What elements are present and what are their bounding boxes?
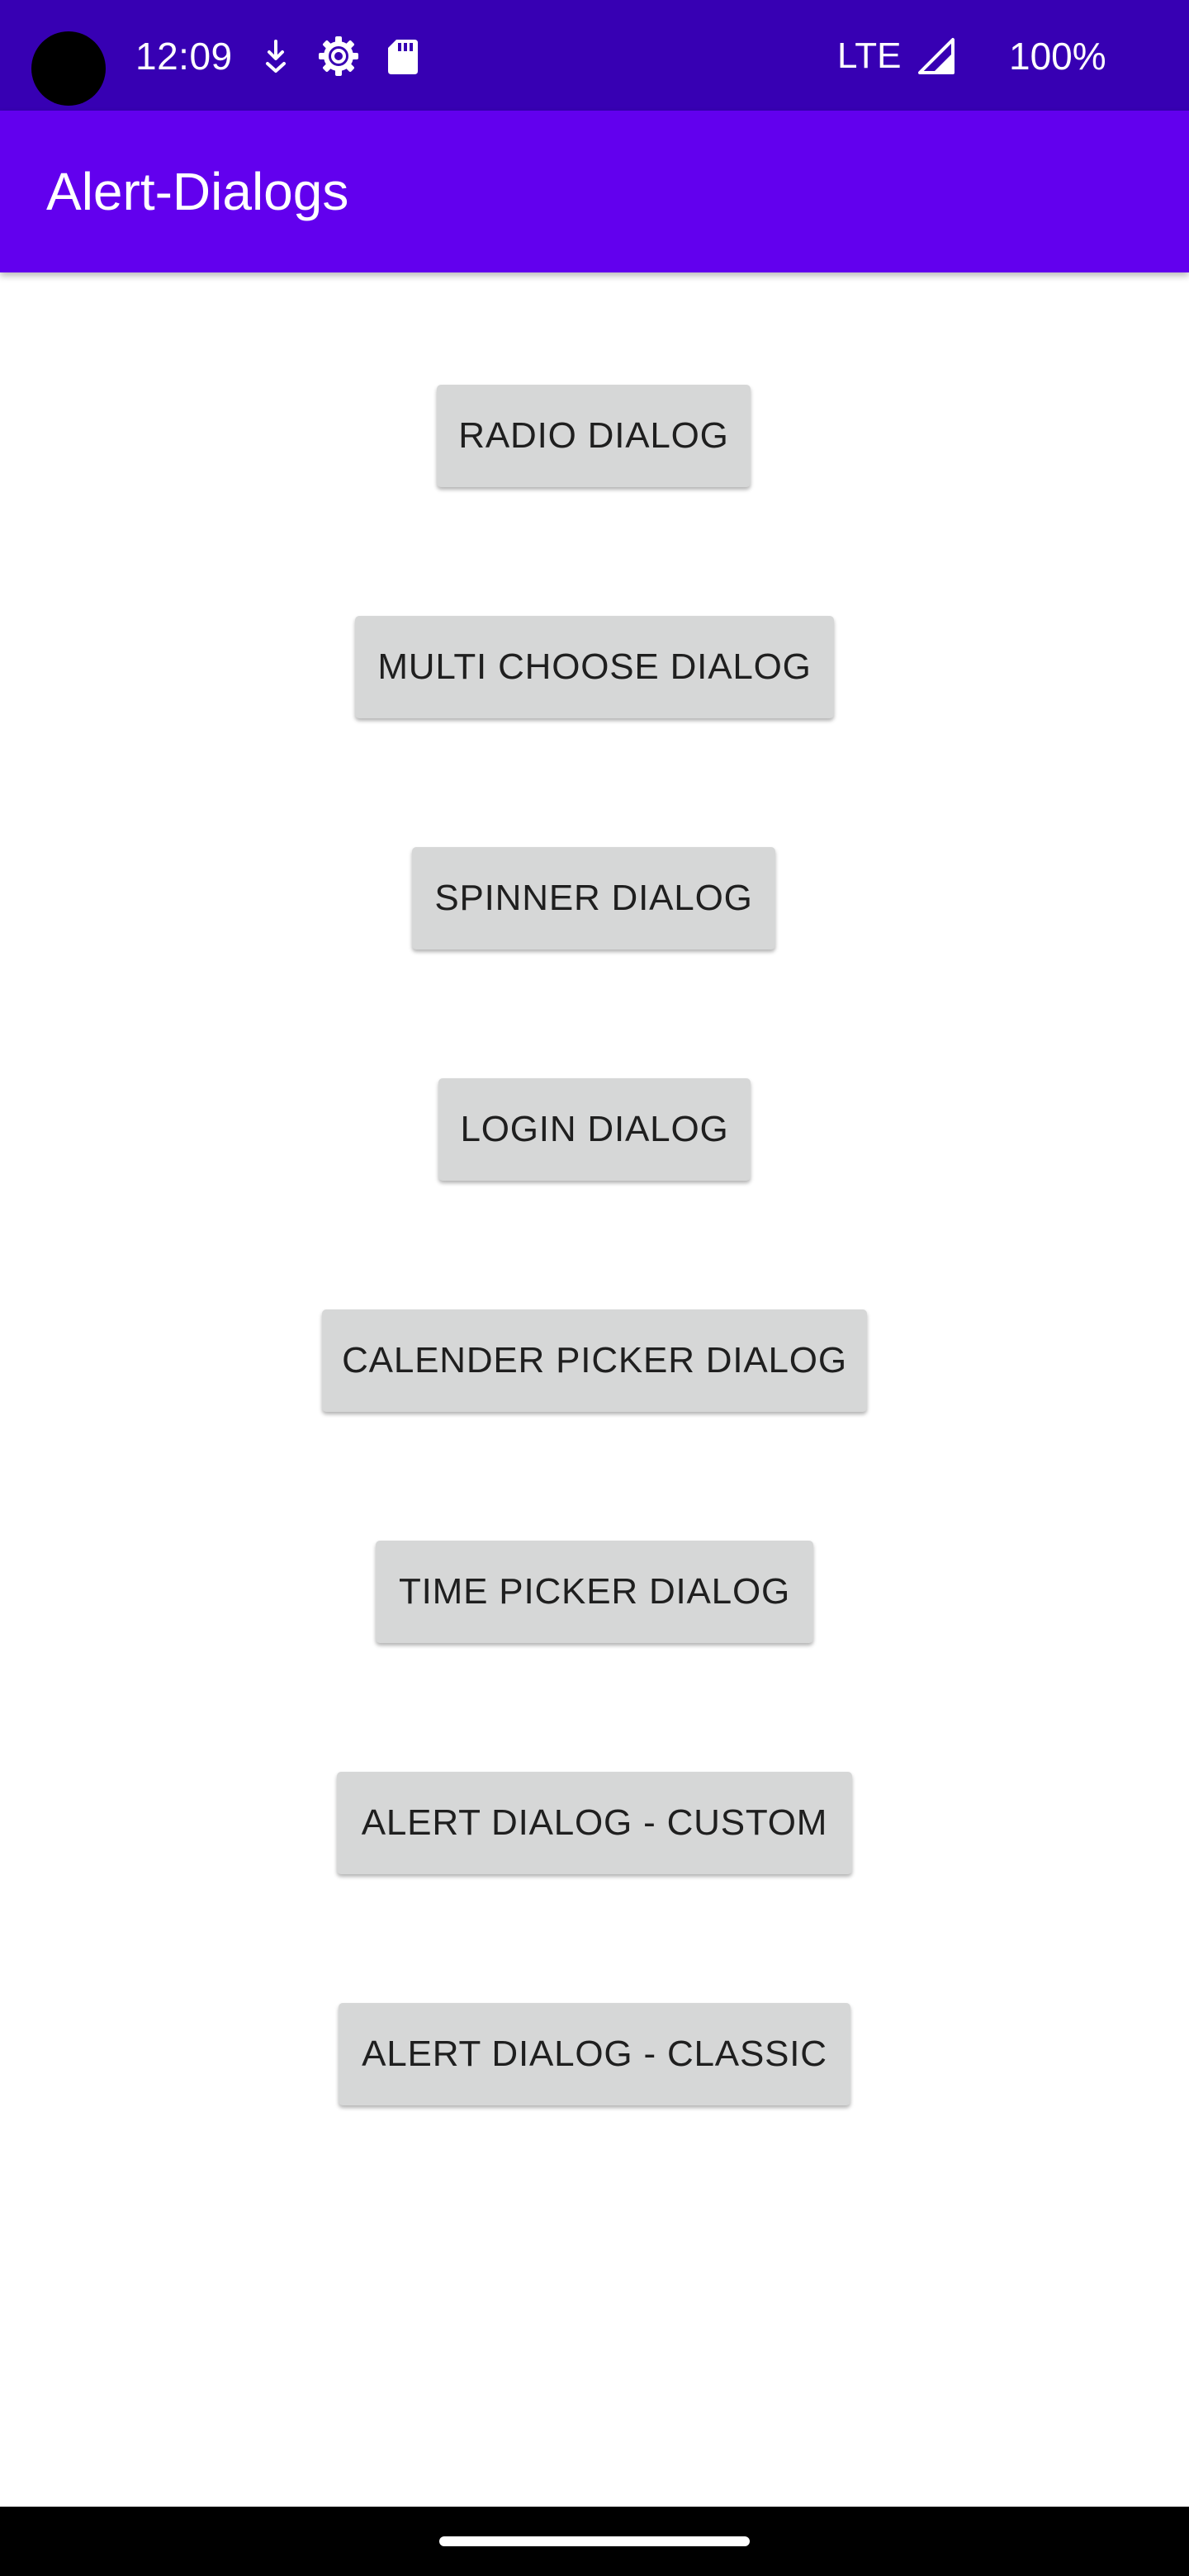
download-icon [263,33,289,79]
alert-dialog-custom-button[interactable]: ALERT DIALOG - CUSTOM [337,1772,852,1874]
navigation-bar [0,2507,1189,2576]
multi-choose-dialog-button[interactable]: MULTI CHOOSE DIALOG [355,616,834,718]
signal-icon [917,33,956,79]
app-bar: Alert-Dialogs [0,111,1189,272]
login-dialog-button[interactable]: LOGIN DIALOG [438,1078,751,1181]
radio-dialog-button[interactable]: RADIO DIALOG [437,385,751,487]
settings-gear-icon [317,33,360,79]
battery-level: 100% [1009,35,1106,78]
alert-dialog-classic-button[interactable]: ALERT DIALOG - CLASSIC [339,2003,850,2105]
sd-card-icon [386,33,419,79]
camera-cutout [31,31,106,106]
status-bar: 12:09 LTE 100% [0,0,1189,111]
calender-picker-dialog-button[interactable]: CALENDER PICKER DIALOG [322,1309,867,1412]
spinner-dialog-button[interactable]: SPINNER DIALOG [412,847,775,949]
app-title: Alert-Dialogs [46,162,349,221]
home-gesture-handle[interactable] [439,2536,750,2546]
time-picker-dialog-button[interactable]: TIME PICKER DIALOG [376,1541,813,1643]
network-type: LTE [837,36,902,76]
status-time: 12:09 [135,35,233,78]
